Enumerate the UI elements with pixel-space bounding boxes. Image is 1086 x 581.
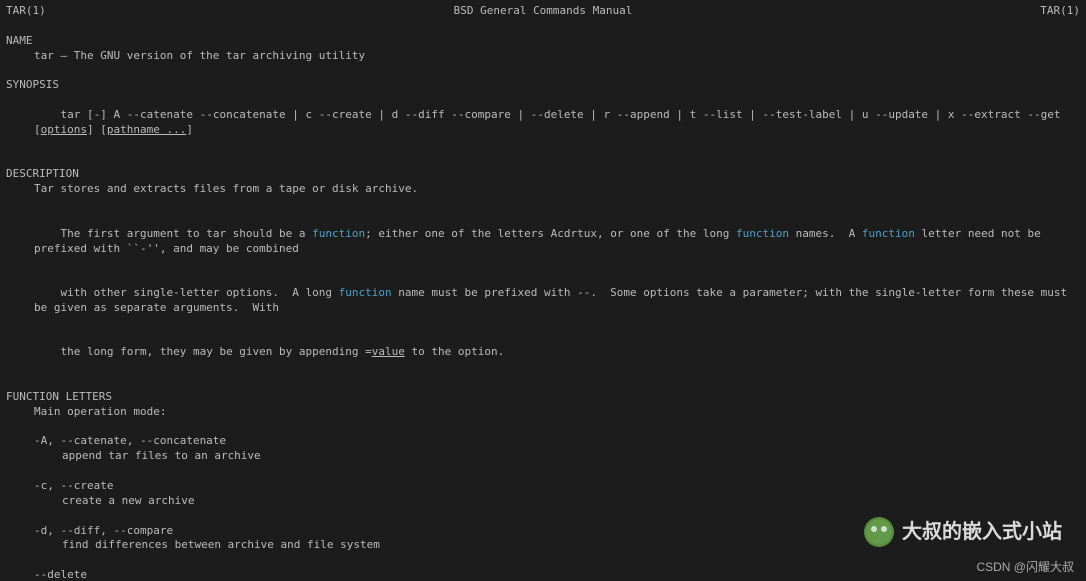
function-keyword: function	[339, 286, 392, 299]
blank-line	[6, 197, 1080, 212]
description-paragraph: The first argument to tar should be a fu…	[6, 212, 1080, 271]
desc-text: The first argument to tar should be a	[61, 227, 313, 240]
option-desc: append tar files to an archive	[6, 449, 1080, 464]
wechat-icon	[864, 517, 894, 547]
blog-watermark: 大叔的嵌入式小站	[864, 517, 1062, 547]
pathname-underline: pathname ...	[107, 123, 186, 136]
desc-text: names. A	[789, 227, 862, 240]
description-paragraph: with other single-letter options. A long…	[6, 271, 1080, 330]
function-keyword: function	[736, 227, 789, 240]
synopsis-suffix: ]	[186, 123, 193, 136]
function-letters-list: -A, --catenate, --concatenateappend tar …	[6, 434, 1080, 581]
option-flag: -c, --create	[6, 479, 1080, 494]
desc-text: ; either one of the letters Acdrtux, or …	[365, 227, 736, 240]
desc-text: with other single-letter options. A long	[61, 286, 339, 299]
header-right: TAR(1)	[1040, 4, 1080, 19]
section-function-letters-title: FUNCTION LETTERS	[6, 390, 1080, 405]
option-flag: -A, --catenate, --concatenate	[6, 434, 1080, 449]
section-name-title: NAME	[6, 34, 1080, 49]
header-line: TAR(1) BSD General Commands Manual TAR(1…	[6, 4, 1080, 19]
function-keyword: function	[862, 227, 915, 240]
blank-line	[6, 63, 1080, 78]
description-line1: Tar stores and extracts files from a tap…	[6, 182, 1080, 197]
synopsis-mid: ] [	[87, 123, 107, 136]
description-paragraph: the long form, they may be given by appe…	[6, 331, 1080, 376]
blank-line	[6, 375, 1080, 390]
blank-line	[6, 420, 1080, 435]
option-desc: create a new archive	[6, 494, 1080, 509]
option-flag: --delete	[6, 568, 1080, 581]
blank-line	[6, 152, 1080, 167]
function-letters-subtitle: Main operation mode:	[6, 405, 1080, 420]
section-description-title: DESCRIPTION	[6, 167, 1080, 182]
function-keyword: function	[312, 227, 365, 240]
section-synopsis-title: SYNOPSIS	[6, 78, 1080, 93]
options-underline: options	[41, 123, 87, 136]
blank-line	[6, 553, 1080, 568]
csdn-footer: CSDN @闪耀大叔	[976, 559, 1074, 575]
header-center: BSD General Commands Manual	[454, 4, 633, 19]
value-underline: value	[372, 345, 405, 358]
man-page: TAR(1) BSD General Commands Manual TAR(1…	[0, 0, 1086, 581]
desc-text: the long form, they may be given by appe…	[61, 345, 372, 358]
blank-line	[6, 464, 1080, 479]
section-synopsis-body: tar [-] A --catenate --concatenate | c -…	[6, 93, 1080, 152]
blog-title: 大叔的嵌入式小站	[902, 519, 1062, 546]
section-name-body: tar — The GNU version of the tar archivi…	[6, 49, 1080, 64]
desc-text: to the option.	[405, 345, 504, 358]
blank-line	[6, 19, 1080, 34]
header-left: TAR(1)	[6, 4, 46, 19]
